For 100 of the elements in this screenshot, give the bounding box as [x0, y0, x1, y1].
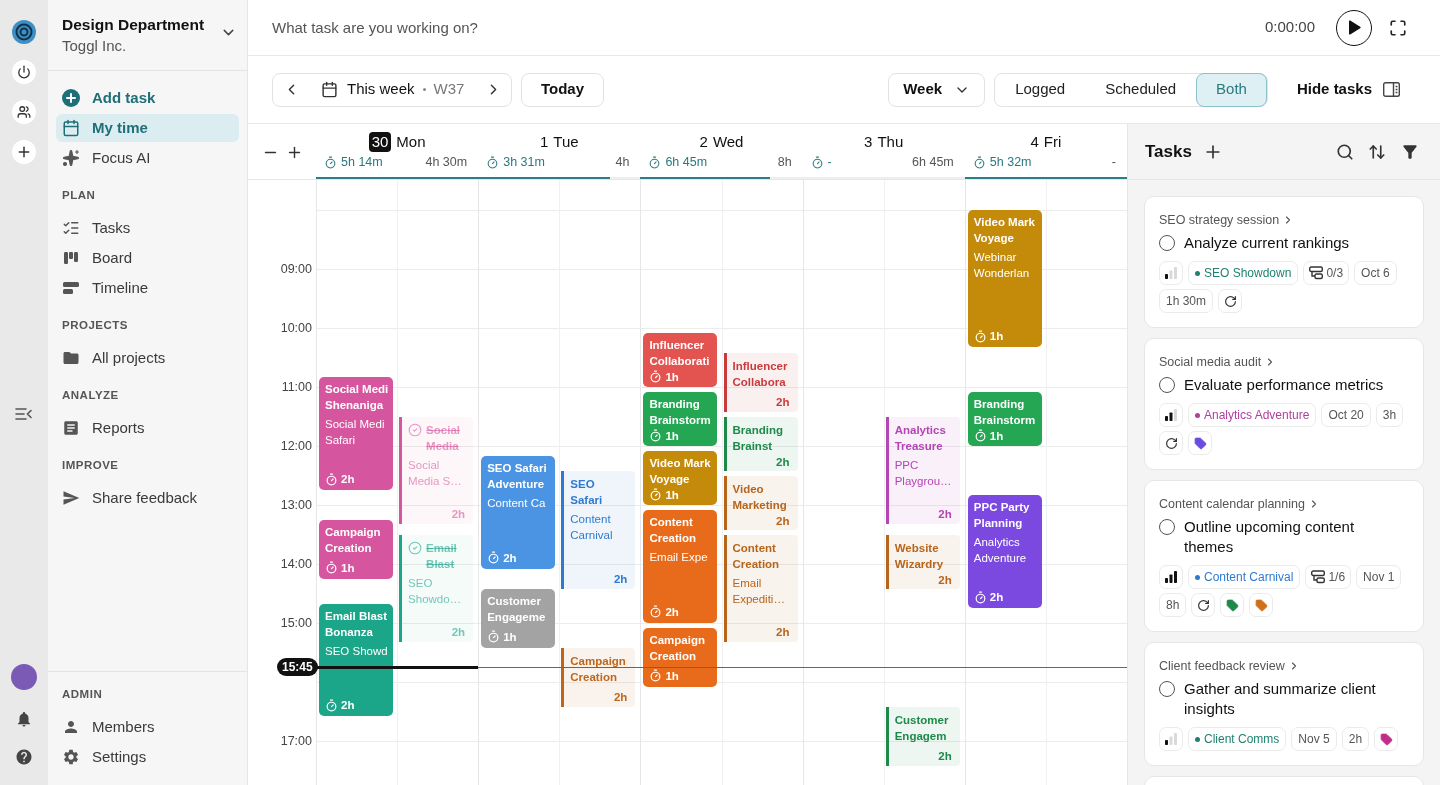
nav-item[interactable]: All projects: [56, 344, 239, 372]
project-chip[interactable]: Client Comms: [1188, 727, 1287, 751]
stopwatch-icon: [810, 155, 824, 169]
stopwatch-icon: [972, 155, 986, 169]
power-icon[interactable]: [12, 60, 36, 84]
search-icon[interactable]: [1336, 142, 1354, 161]
hour-label: 10:00: [280, 320, 312, 336]
task-card[interactable]: Content calendar planning Outline upcoming content themes Content Carnival 1/6 Nov 1 8h: [1144, 480, 1424, 632]
parent-task-link[interactable]: SEO strategy session: [1159, 211, 1295, 229]
entry-duration: 1h: [341, 560, 355, 576]
complete-radio[interactable]: [1159, 235, 1175, 251]
scheduled-entry[interactable]: Analytics Treasure PPC Playgrou… 2h: [885, 416, 960, 525]
complete-radio[interactable]: [1159, 681, 1175, 697]
time-entry[interactable]: Campaign Creation 1h: [319, 519, 393, 579]
mode-tab[interactable]: Scheduled: [1085, 72, 1197, 107]
due-date[interactable]: Oct 20: [1321, 403, 1371, 427]
time-entry[interactable]: PPC Party Planning Analytics Adventure 2h: [967, 494, 1042, 609]
play-icon: [1347, 20, 1361, 35]
today-button[interactable]: Today: [521, 72, 605, 107]
task-card[interactable]: Client feedback review Gather and summarize client insights Client Comms Nov 5 2h: [1144, 642, 1424, 766]
complete-radio[interactable]: [1159, 519, 1175, 535]
hour-label: 14:00: [280, 556, 312, 572]
tag-chip[interactable]: [1249, 593, 1274, 617]
entry-title: Video Mark Voyage: [973, 215, 1036, 246]
plus-icon[interactable]: [12, 140, 36, 164]
mode-tab[interactable]: Both: [1196, 72, 1267, 107]
time-estimate[interactable]: 3h: [1375, 403, 1404, 427]
complete-radio[interactable]: [1159, 377, 1175, 393]
hide-tasks-button[interactable]: Hide tasks: [1296, 72, 1400, 107]
project-chip[interactable]: Content Carnival: [1188, 565, 1301, 589]
scheduled-entry[interactable]: Campaign Creation 2h: [561, 647, 636, 707]
collapse-sidebar-icon[interactable]: [15, 407, 33, 421]
task-card[interactable]: SEO strategy session Analyze current rankings SEO Showdown 0/3 Oct 6 1h 30m: [1144, 196, 1424, 328]
mode-tab[interactable]: Logged: [995, 72, 1086, 107]
timer-icon: [649, 669, 663, 683]
nav-item[interactable]: Reports: [56, 414, 239, 442]
nav-item[interactable]: Focus AI: [56, 144, 239, 172]
time-estimate[interactable]: 1h 30m: [1159, 289, 1214, 313]
nav-item[interactable]: Members: [56, 713, 239, 741]
time-entry[interactable]: Influencer Collaborati 1h: [643, 332, 718, 387]
priority-chip[interactable]: [1159, 727, 1183, 751]
repeat-chip[interactable]: [1191, 593, 1216, 617]
task-input[interactable]: What task are you working on?: [272, 10, 1249, 45]
people-icon[interactable]: [12, 100, 36, 124]
timer-icon: [973, 429, 987, 443]
bell-icon[interactable]: [15, 710, 33, 728]
period-label[interactable]: This week: [347, 78, 415, 101]
entry-title: Video Marketing: [732, 481, 788, 513]
subtasks-chip[interactable]: 0/3: [1303, 261, 1350, 285]
parent-task-link[interactable]: Client feedback review: [1159, 657, 1300, 675]
repeat-chip[interactable]: [1159, 431, 1183, 455]
parent-task-link[interactable]: Content calendar planning: [1159, 495, 1320, 513]
tag-chip[interactable]: [1374, 727, 1399, 751]
logo-icon[interactable]: [12, 20, 36, 44]
workspace-switcher[interactable]: Design Department Toggl Inc.: [48, 0, 247, 71]
nav-item[interactable]: Share feedback: [56, 484, 239, 512]
scheduled-entry[interactable]: SEO Safari Content Carnival 2h: [561, 470, 636, 589]
priority-chip[interactable]: [1159, 565, 1183, 589]
sparkles-icon: [62, 149, 80, 167]
nav-item[interactable]: Board: [56, 244, 239, 272]
due-date[interactable]: Oct 6: [1354, 261, 1397, 285]
time-entry[interactable]: Social Medi Shenaniga Social Medi Safari 2h: [319, 376, 393, 491]
user-avatar[interactable]: [11, 664, 37, 690]
nav-item[interactable]: Tasks: [56, 214, 239, 242]
stopwatch-icon: [324, 155, 337, 169]
task-card[interactable]: Social media audit Evaluate performance metrics Analytics Adventure Oct 20 3h: [1144, 338, 1424, 470]
timer-icon: [649, 488, 663, 502]
priority-chip[interactable]: [1159, 403, 1183, 427]
tag-chip[interactable]: [1220, 593, 1245, 617]
due-date[interactable]: Nov 5: [1291, 727, 1337, 751]
fullscreen-icon[interactable]: [1389, 18, 1407, 37]
subtasks-chip[interactable]: 1/6: [1305, 565, 1352, 589]
nav-item[interactable]: Add task: [56, 84, 239, 112]
help-icon[interactable]: [15, 748, 33, 766]
tag-chip[interactable]: [1188, 431, 1212, 455]
repeat-chip[interactable]: [1218, 289, 1243, 313]
entry-title: Branding Brainstorm: [973, 396, 1037, 428]
scheduled-entry[interactable]: Content Creation Email Expediti… 2h: [723, 534, 798, 643]
time-estimate[interactable]: 8h: [1159, 593, 1187, 617]
view-select[interactable]: Week: [888, 72, 986, 107]
entry-project: Analytics Adventure: [973, 534, 1028, 566]
entry-title: Influencer Collaborati: [649, 337, 711, 369]
entry-duration: 2h: [503, 550, 517, 566]
priority-chip[interactable]: [1159, 261, 1183, 285]
scheduled-entry[interactable]: Branding Brainst 2h: [723, 416, 798, 471]
scheduled-entry[interactable]: Website Wizardry 2h: [885, 534, 960, 589]
project-chip[interactable]: SEO Showdown: [1188, 261, 1299, 285]
project-chip[interactable]: Analytics Adventure: [1188, 403, 1317, 427]
scheduled-entry[interactable]: Customer Engagem 2h: [885, 706, 960, 766]
scheduled-entry[interactable]: Video Marketing 2h: [723, 475, 798, 530]
due-date[interactable]: Nov 1: [1356, 565, 1402, 589]
panel-title: Tasks: [1145, 140, 1192, 163]
time-estimate[interactable]: 2h: [1341, 727, 1370, 751]
scheduled-entry[interactable]: Influencer Collabora 2h: [723, 352, 798, 412]
hour-label: 15:00: [280, 615, 312, 631]
nav-item[interactable]: Settings: [56, 743, 239, 771]
logged-total: 3h 31m: [503, 153, 545, 171]
nav-item[interactable]: Timeline: [56, 274, 239, 302]
sort-icon[interactable]: [1368, 142, 1386, 161]
parent-task-link[interactable]: Social media audit: [1159, 353, 1277, 371]
